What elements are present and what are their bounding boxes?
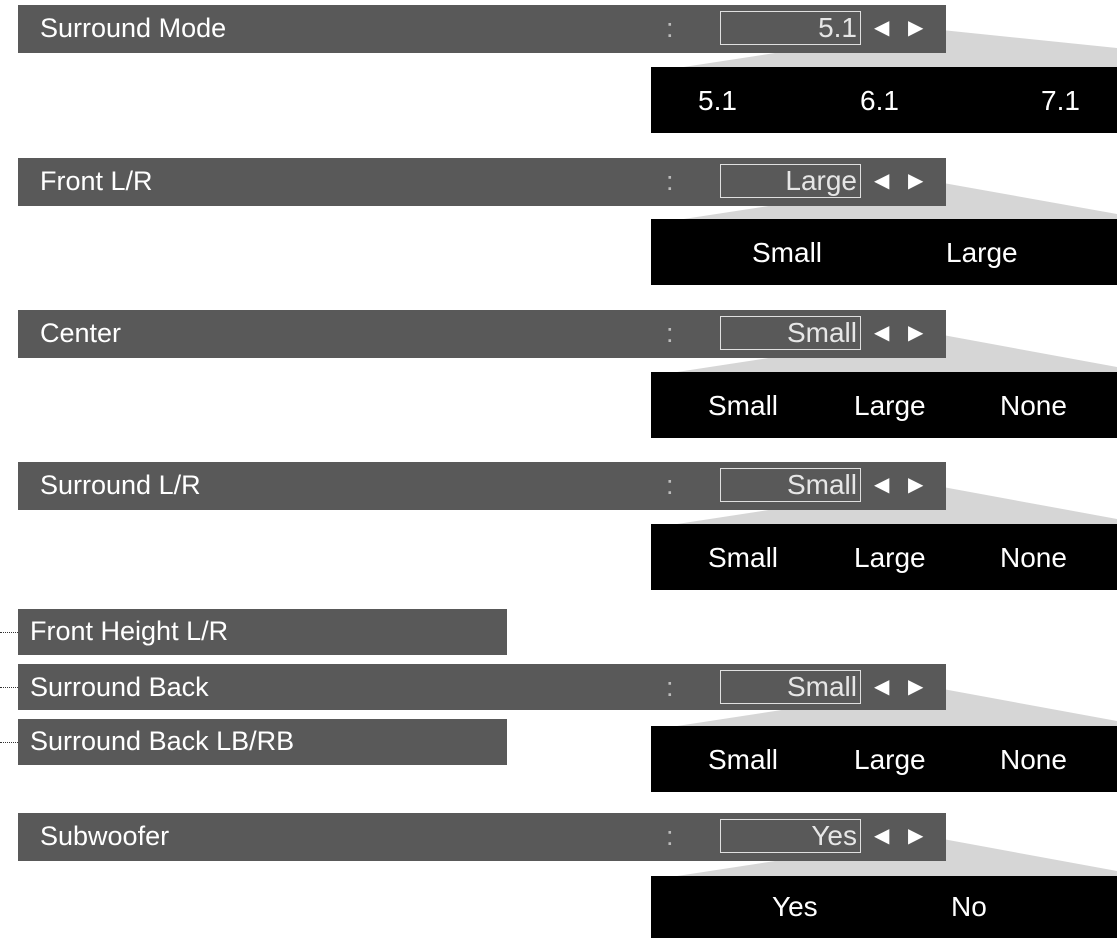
value-box[interactable]: Small <box>720 670 861 704</box>
options-panel-surround-back: Small Large None <box>651 726 1117 792</box>
setting-surround-lr[interactable]: Surround L/R : Small ◀ ▶ <box>18 462 946 510</box>
options-panel-subwoofer: Yes No <box>651 876 1117 938</box>
setting-label: Front L/R <box>40 166 153 196</box>
setting-front-height-lr[interactable]: Front Height L/R <box>18 609 507 655</box>
options-panel-surround-lr: Small Large None <box>651 524 1117 590</box>
arrow-left-icon[interactable]: ◀ <box>874 5 889 51</box>
setting-label: Surround Back <box>30 672 209 702</box>
option-item[interactable]: Large <box>854 726 926 794</box>
setting-surround-back[interactable]: Surround Back : Small ◀ ▶ <box>18 664 946 710</box>
setting-surround-mode[interactable]: Surround Mode : 5.1 ◀ ▶ <box>18 5 946 53</box>
setting-label: Front Height L/R <box>30 616 229 646</box>
option-item[interactable]: Large <box>854 372 926 440</box>
arrow-left-icon[interactable]: ◀ <box>874 813 889 859</box>
colon-separator: : <box>666 821 674 851</box>
value-box[interactable]: Small <box>720 468 861 502</box>
option-item[interactable]: Small <box>752 219 822 287</box>
options-panel-front-lr: Small Large <box>651 219 1117 285</box>
colon-separator: : <box>666 672 674 702</box>
setting-surround-back-lbrb[interactable]: Surround Back LB/RB <box>18 719 507 765</box>
setting-label: Center <box>40 318 122 348</box>
option-item[interactable]: None <box>1000 524 1067 592</box>
option-item[interactable]: Small <box>708 372 778 440</box>
arrow-right-icon[interactable]: ▶ <box>908 462 923 508</box>
arrow-left-icon[interactable]: ◀ <box>874 462 889 508</box>
setting-center[interactable]: Center : Small ◀ ▶ <box>18 310 946 358</box>
option-item[interactable]: Large <box>854 524 926 592</box>
setting-subwoofer[interactable]: Subwoofer : Yes ◀ ▶ <box>18 813 946 861</box>
colon-separator: : <box>666 470 674 500</box>
arrow-right-icon[interactable]: ▶ <box>908 158 923 204</box>
options-panel-surround-mode: 5.1 6.1 7.1 <box>651 67 1117 133</box>
option-item[interactable]: Yes <box>772 876 818 938</box>
setting-front-lr[interactable]: Front L/R : Large ◀ ▶ <box>18 158 946 206</box>
arrow-right-icon[interactable]: ▶ <box>908 813 923 859</box>
value-box[interactable]: Yes <box>720 819 861 853</box>
arrow-right-icon[interactable]: ▶ <box>908 310 923 356</box>
arrow-left-icon[interactable]: ◀ <box>874 158 889 204</box>
arrow-left-icon[interactable]: ◀ <box>874 664 889 710</box>
arrow-right-icon[interactable]: ▶ <box>908 664 923 710</box>
arrow-left-icon[interactable]: ◀ <box>874 310 889 356</box>
options-panel-center: Small Large None <box>651 372 1117 438</box>
option-item[interactable]: Large <box>946 219 1018 287</box>
option-item[interactable]: None <box>1000 372 1067 440</box>
setting-label: Surround L/R <box>40 470 201 500</box>
option-item[interactable]: 7.1 <box>1041 67 1080 135</box>
value-box[interactable]: Large <box>720 164 861 198</box>
setting-label: Subwoofer <box>40 821 170 851</box>
option-item[interactable]: None <box>1000 726 1067 794</box>
colon-separator: : <box>666 13 674 43</box>
option-item[interactable]: 5.1 <box>698 67 737 135</box>
arrow-right-icon[interactable]: ▶ <box>908 5 923 51</box>
setting-label: Surround Back LB/RB <box>30 726 295 756</box>
option-item[interactable]: Small <box>708 726 778 794</box>
option-item[interactable]: No <box>951 876 987 938</box>
value-box[interactable]: 5.1 <box>720 11 861 45</box>
setting-label: Surround Mode <box>40 13 227 43</box>
value-box[interactable]: Small <box>720 316 861 350</box>
colon-separator: : <box>666 318 674 348</box>
option-item[interactable]: 6.1 <box>860 67 899 135</box>
option-item[interactable]: Small <box>708 524 778 592</box>
colon-separator: : <box>666 166 674 196</box>
